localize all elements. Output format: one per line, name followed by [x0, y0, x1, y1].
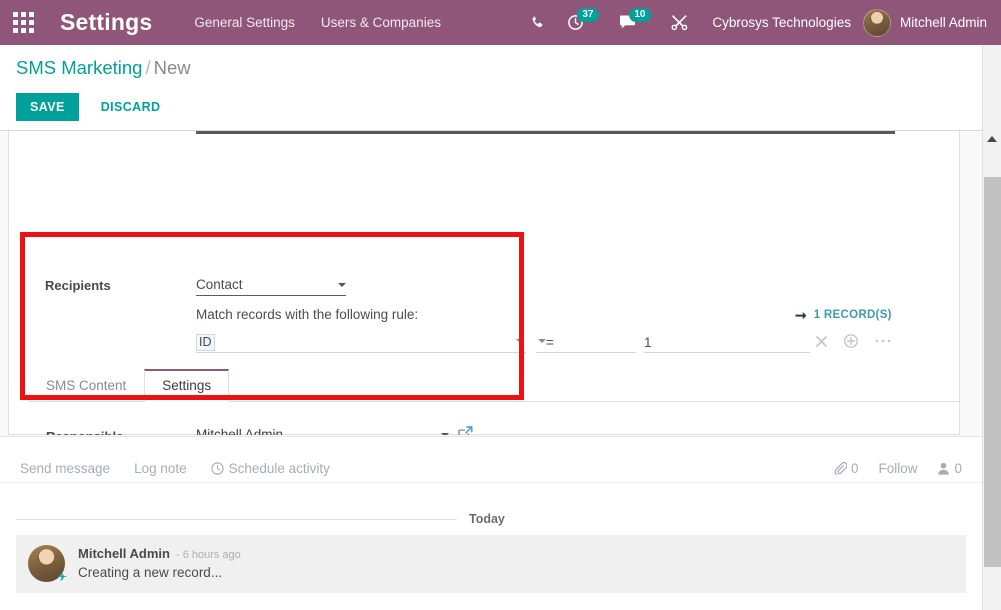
rule-operator-select[interactable]: =	[536, 332, 636, 353]
rule-field-select[interactable]: ID	[196, 332, 526, 353]
add-node-icon[interactable]	[844, 334, 858, 348]
user-menu[interactable]: Mitchell Admin	[862, 8, 991, 37]
navbar-right-section: 37 10 Cybrosys Technologies Mitchell Adm…	[518, 0, 1001, 45]
log-note-button[interactable]: Log note	[134, 461, 187, 476]
app-brand-title[interactable]: Settings	[60, 9, 152, 36]
rule-operator-value: =	[546, 334, 554, 350]
divider	[16, 518, 457, 520]
schedule-activity-button[interactable]: Schedule activity	[210, 461, 330, 476]
attachments-button[interactable]: 0	[834, 461, 859, 476]
notebook-tabs: SMS Content Settings	[28, 369, 960, 402]
recipients-model-value: Contact	[196, 277, 243, 292]
developer-tools-button[interactable]	[660, 0, 698, 45]
messages-button[interactable]: 10	[608, 0, 651, 45]
discard-button[interactable]: DISCARD	[95, 99, 167, 115]
chevron-down-icon	[516, 339, 524, 343]
day-separator: Today	[16, 512, 966, 526]
domain-rule-row: ID = 1	[196, 332, 896, 356]
followers-count: 0	[954, 461, 962, 476]
rule-value-text: 1	[644, 334, 652, 350]
records-count-link[interactable]: ➞ 1 RECORD(S)	[795, 308, 892, 322]
day-separator-label: Today	[469, 512, 505, 526]
rule-action-icons	[816, 334, 891, 348]
company-switcher[interactable]: Cybrosys Technologies	[712, 15, 851, 30]
tab-sms-content[interactable]: SMS Content	[28, 370, 145, 401]
chatter: Send message Log note Schedule activity …	[0, 436, 982, 610]
chevron-down-icon	[538, 339, 546, 343]
activities-badge: 37	[577, 8, 599, 22]
paperclip-icon	[834, 462, 847, 475]
breadcrumb-current: New	[153, 57, 191, 78]
chatter-meta: 0 Follow 0	[834, 461, 962, 476]
send-message-button[interactable]: Send message	[20, 461, 110, 476]
divider	[511, 519, 966, 520]
paper-plane-icon: ✈	[56, 570, 67, 584]
responsible-label: Responsible	[46, 429, 123, 435]
avatar: ✈	[28, 545, 67, 584]
user-icon	[938, 462, 950, 475]
tab-settings[interactable]: Settings	[144, 369, 230, 402]
apps-menu-button[interactable]	[0, 0, 46, 45]
notebook: SMS Content Settings Responsible Mitchel…	[28, 369, 960, 435]
control-panel: SMS Marketing / New SAVE DISCARD	[0, 45, 1001, 131]
menu-general-settings[interactable]: General Settings	[194, 15, 295, 30]
breadcrumb-sms-marketing[interactable]: SMS Marketing	[16, 57, 142, 78]
ellipsis-icon[interactable]	[875, 338, 891, 344]
remove-node-icon[interactable]	[816, 335, 827, 347]
cutoff-field-above	[196, 131, 895, 134]
chevron-down-icon	[441, 432, 449, 435]
chatter-toolbar: Send message Log note Schedule activity …	[0, 437, 982, 483]
responsible-value: Mitchell Admin	[196, 427, 284, 435]
message-author: Mitchell Admin	[78, 546, 170, 561]
developer-tools-icon	[671, 15, 688, 31]
rule-value-input[interactable]: 1	[644, 332, 810, 353]
chevron-down-icon	[338, 282, 346, 287]
attachment-count: 0	[850, 461, 859, 476]
message-item: ✈ Mitchell Admin - 6 hours ago Creating …	[16, 535, 966, 593]
control-panel-buttons: SAVE DISCARD	[16, 93, 166, 121]
clock-icon	[210, 462, 224, 475]
main-menu: General Settings Users & Companies	[194, 15, 441, 30]
tab-pane-settings: Responsible Mitchell Admin Include opt-o…	[28, 402, 960, 435]
recipients-label: Recipients	[45, 278, 111, 293]
activities-button[interactable]: 37	[556, 0, 599, 45]
messages-badge: 10	[629, 8, 651, 22]
records-count-label: 1 RECORD(S)	[813, 309, 892, 321]
message-header: Mitchell Admin - 6 hours ago	[78, 546, 241, 561]
top-navbar: Settings General Settings Users & Compan…	[0, 0, 1001, 45]
avatar	[862, 8, 891, 37]
recipients-model-select[interactable]: Contact	[196, 277, 346, 296]
vertical-scrollbar[interactable]	[982, 45, 1001, 610]
menu-users-companies[interactable]: Users & Companies	[321, 15, 441, 30]
followers-button[interactable]: 0	[937, 461, 962, 476]
message-timestamp: - 6 hours ago	[175, 549, 241, 561]
user-name-label: Mitchell Admin	[899, 15, 987, 30]
match-rule-text: Match records with the following rule:	[196, 307, 419, 322]
follow-button[interactable]: Follow	[878, 461, 917, 476]
odoo-settings-window: Settings General Settings Users & Compan…	[0, 0, 1001, 610]
apps-grid-icon	[12, 12, 34, 33]
chatter-actions: Send message Log note Schedule activity	[20, 461, 330, 476]
responsible-field[interactable]: Mitchell Admin	[196, 427, 449, 435]
rule-field-value: ID	[196, 333, 215, 351]
breadcrumb: SMS Marketing / New	[16, 57, 191, 79]
breadcrumb-separator: /	[145, 57, 151, 78]
message-body: Mitchell Admin - 6 hours ago Creating a …	[78, 545, 241, 583]
form-sheet-container: Recipients Contact Match records with th…	[0, 131, 982, 435]
message-text: Creating a new record...	[78, 565, 223, 580]
scroll-up-arrow-icon[interactable]	[983, 131, 1001, 147]
phone-button[interactable]	[518, 0, 556, 45]
external-link-icon[interactable]	[458, 426, 473, 435]
arrow-right-icon: ➞	[795, 307, 807, 323]
schedule-activity-label: Schedule activity	[228, 461, 330, 476]
phone-icon	[532, 15, 543, 27]
scrollbar-thumb[interactable]	[984, 177, 1001, 567]
save-button[interactable]: SAVE	[16, 93, 79, 121]
